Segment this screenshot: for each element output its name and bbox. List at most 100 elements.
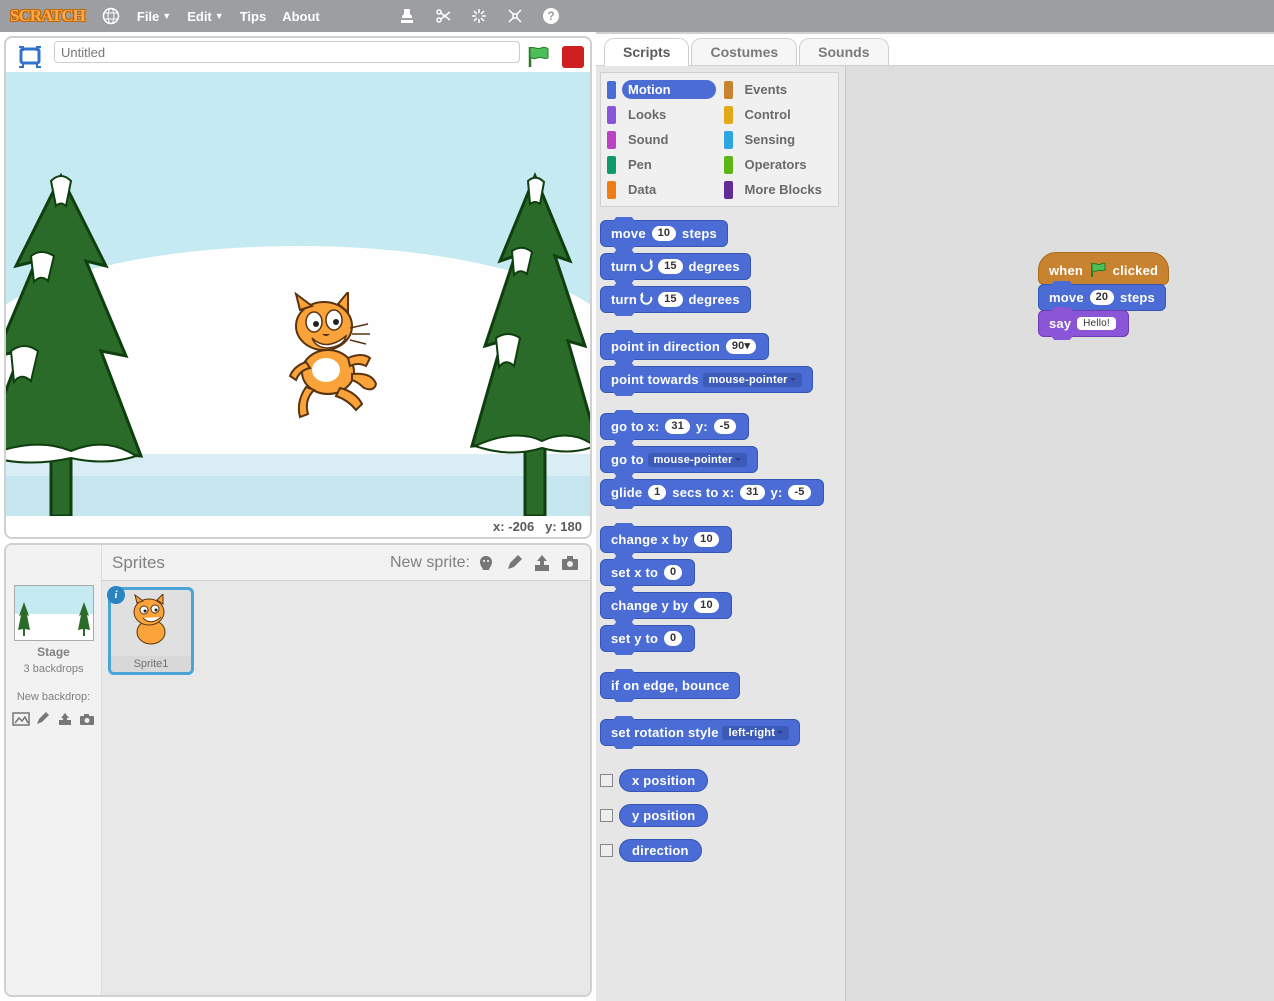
script-stack[interactable]: when clicked move 20 steps say Hello! bbox=[1038, 252, 1169, 337]
category-swatch bbox=[724, 106, 733, 124]
stop-button[interactable] bbox=[562, 46, 584, 68]
block-direction[interactable]: direction bbox=[619, 839, 702, 862]
block-turn-ccw[interactable]: turn 15 degrees bbox=[600, 286, 751, 313]
block-x-position[interactable]: x position bbox=[619, 769, 708, 792]
backdrop-camera-icon[interactable] bbox=[78, 711, 96, 727]
category-swatch bbox=[607, 156, 616, 174]
stage-backdrop-count: 3 backdrops bbox=[24, 663, 84, 675]
menu-bar: SCRATCH File▼ Edit▼ Tips About ? bbox=[0, 0, 1274, 32]
sprite-upload-icon[interactable] bbox=[532, 553, 552, 573]
script-say[interactable]: say Hello! bbox=[1038, 310, 1129, 337]
script-workspace[interactable]: when clicked move 20 steps say Hello! bbox=[846, 66, 1274, 1001]
backdrop-paint-icon[interactable] bbox=[34, 711, 52, 727]
stage-canvas[interactable] bbox=[6, 72, 590, 516]
shrink-icon[interactable] bbox=[504, 5, 526, 27]
stage-column: Stage 3 backdrops New backdrop: bbox=[6, 545, 102, 995]
menu-file[interactable]: File▼ bbox=[137, 9, 171, 24]
block-point-towards[interactable]: point towards mouse-pointer bbox=[600, 366, 813, 393]
block-change-y[interactable]: change y by 10 bbox=[600, 592, 732, 619]
block-change-x[interactable]: change x by 10 bbox=[600, 526, 732, 553]
block-y-position[interactable]: y position bbox=[619, 804, 708, 827]
block-goto-xy[interactable]: go to x: 31 y: -5 bbox=[600, 413, 749, 440]
category-swatch bbox=[724, 131, 733, 149]
green-flag-button[interactable] bbox=[526, 44, 552, 70]
menu-edit-label: Edit bbox=[187, 9, 212, 24]
scratch-logo[interactable]: SCRATCH bbox=[10, 6, 85, 26]
menu-edit[interactable]: Edit▼ bbox=[187, 9, 223, 24]
category-more-blocks[interactable]: More Blocks bbox=[720, 177, 837, 202]
category-label: Motion bbox=[622, 80, 716, 99]
category-events[interactable]: Events bbox=[720, 77, 837, 102]
sprite-library-icon[interactable] bbox=[476, 553, 496, 573]
stage-area: v459.1 bbox=[4, 36, 592, 539]
category-pen[interactable]: Pen bbox=[603, 152, 720, 177]
category-sound[interactable]: Sound bbox=[603, 127, 720, 152]
sprite-paint-icon[interactable] bbox=[504, 553, 524, 573]
block-categories: Motion Events Looks Control SoundSensingPen O… bbox=[600, 72, 839, 207]
coord-y-value: 180 bbox=[560, 519, 582, 534]
toolbar: ? bbox=[396, 5, 562, 27]
tab-scripts[interactable]: Scripts bbox=[604, 38, 689, 65]
category-label: Looks bbox=[622, 105, 716, 124]
sprite-info-button[interactable]: i bbox=[107, 586, 125, 604]
sprite-camera-icon[interactable] bbox=[560, 553, 580, 573]
coord-x-label: x: bbox=[493, 519, 505, 534]
category-swatch bbox=[607, 81, 616, 99]
grow-icon[interactable] bbox=[468, 5, 490, 27]
menu-tips[interactable]: Tips bbox=[240, 9, 267, 24]
stamp-icon[interactable] bbox=[396, 5, 418, 27]
script-move-steps[interactable]: move 20 steps bbox=[1038, 284, 1166, 311]
fullscreen-icon[interactable] bbox=[12, 43, 48, 71]
sprites-heading: Sprites bbox=[112, 553, 165, 573]
category-label: Operators bbox=[739, 155, 833, 174]
checkbox-direction[interactable] bbox=[600, 844, 613, 857]
checkbox-xpos[interactable] bbox=[600, 774, 613, 787]
block-set-y[interactable]: set y to 0 bbox=[600, 625, 695, 652]
category-swatch bbox=[724, 156, 733, 174]
project-title-input[interactable] bbox=[54, 41, 520, 63]
category-label: Sound bbox=[622, 130, 716, 149]
scratch-cat-sprite[interactable] bbox=[276, 292, 386, 422]
category-sensing[interactable]: Sensing bbox=[720, 127, 837, 152]
block-glide[interactable]: glide 1 secs to x: 31 y: -5 bbox=[600, 479, 824, 506]
tree-right bbox=[470, 166, 590, 516]
checkbox-ypos[interactable] bbox=[600, 809, 613, 822]
category-looks[interactable]: Looks bbox=[603, 102, 720, 127]
stage-thumbnail[interactable] bbox=[14, 585, 94, 641]
block-turn-cw[interactable]: turn 15 degrees bbox=[600, 253, 751, 280]
block-bounce[interactable]: if on edge, bounce bbox=[600, 672, 740, 699]
svg-text:?: ? bbox=[547, 9, 554, 23]
category-motion[interactable]: Motion bbox=[603, 77, 720, 102]
block-point-direction[interactable]: point in direction 90▾ bbox=[600, 333, 769, 360]
category-operators[interactable]: Operators bbox=[720, 152, 837, 177]
category-data[interactable]: Data bbox=[603, 177, 720, 202]
category-label: More Blocks bbox=[739, 180, 833, 199]
tab-sounds[interactable]: Sounds bbox=[799, 38, 888, 65]
tab-costumes[interactable]: Costumes bbox=[691, 38, 797, 65]
sprite-thumbnail-sprite1[interactable]: i Sprite1 bbox=[108, 587, 194, 675]
category-label: Pen bbox=[622, 155, 716, 174]
help-icon[interactable]: ? bbox=[540, 5, 562, 27]
category-swatch bbox=[724, 81, 733, 99]
category-swatch bbox=[607, 106, 616, 124]
block-set-x[interactable]: set x to 0 bbox=[600, 559, 695, 586]
category-label: Control bbox=[739, 105, 833, 124]
stage-label: Stage bbox=[37, 645, 70, 659]
block-move-steps[interactable]: move 10 steps bbox=[600, 220, 728, 247]
backdrop-library-icon[interactable] bbox=[12, 711, 30, 727]
tree-left bbox=[6, 156, 146, 516]
category-label: Events bbox=[739, 80, 833, 99]
scissors-icon[interactable] bbox=[432, 5, 454, 27]
sprites-panel: Stage 3 backdrops New backdrop: Sprites … bbox=[4, 543, 592, 997]
backdrop-upload-icon[interactable] bbox=[56, 711, 74, 727]
block-goto[interactable]: go to mouse-pointer bbox=[600, 446, 758, 473]
sprite-thumbnail-label: Sprite1 bbox=[111, 656, 191, 672]
script-when-flag-clicked[interactable]: when clicked bbox=[1038, 252, 1169, 285]
globe-icon[interactable] bbox=[101, 6, 121, 26]
menu-about[interactable]: About bbox=[282, 9, 320, 24]
block-rotation-style[interactable]: set rotation style left-right bbox=[600, 719, 800, 746]
coord-y-label: y: bbox=[545, 519, 557, 534]
coord-x-value: -206 bbox=[508, 519, 534, 534]
category-control[interactable]: Control bbox=[720, 102, 837, 127]
new-sprite-label: New sprite: bbox=[390, 554, 470, 572]
